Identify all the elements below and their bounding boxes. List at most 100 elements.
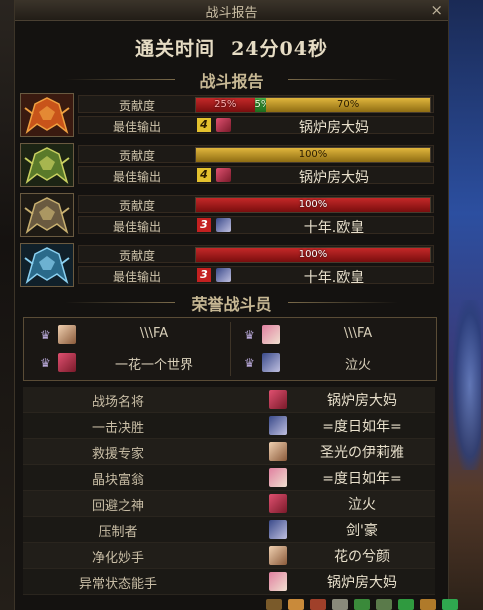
avatar — [262, 325, 280, 344]
honor-member-name: \\\FA — [343, 326, 373, 341]
avatar — [216, 268, 231, 282]
award-row: 异常状态能手 锅炉房大妈 — [23, 569, 435, 595]
gold-helmet-icon[interactable] — [20, 193, 74, 237]
skill-slot-icon[interactable] — [266, 599, 282, 610]
rank-badge-icon: 3 — [197, 218, 211, 232]
player-report-row: 贡献度 100% 最佳输出 3 十年.欧皇 — [20, 193, 436, 237]
skill-slot-icon[interactable] — [420, 599, 436, 610]
contribution-row: 贡献度 100% — [78, 145, 434, 163]
honor-divider — [230, 322, 231, 376]
contribution-percent: 5% — [254, 99, 271, 110]
honor-member-name: 泣火 — [344, 358, 371, 373]
award-title: 净化妙手 — [91, 551, 144, 566]
award-title: 战场名将 — [91, 395, 144, 410]
contribution-label: 贡献度 — [118, 249, 155, 263]
award-title: 压制者 — [98, 525, 138, 540]
rank-badge-icon: 4 — [197, 168, 211, 182]
arrow-up-icon[interactable] — [442, 599, 458, 610]
best-output-player[interactable]: 十年.欧皇 — [237, 217, 431, 237]
medal-icon: ♛ — [40, 356, 51, 370]
award-player[interactable]: 圣光の伊莉雅 — [295, 442, 429, 462]
best-output-player[interactable]: 锅炉房大妈 — [237, 167, 431, 187]
contribution-bar: 100% — [195, 197, 431, 213]
best-output-label: 最佳输出 — [112, 220, 161, 234]
contribution-label: 贡献度 — [118, 199, 155, 213]
avatar — [262, 353, 280, 372]
award-row: 压制者 剑'豪 — [23, 517, 435, 543]
avatar — [216, 118, 231, 132]
award-player[interactable]: =度日如年= — [295, 416, 429, 436]
best-output-label: 最佳输出 — [112, 170, 161, 184]
fire-helmet-icon[interactable] — [20, 93, 74, 137]
award-player[interactable]: 锅炉房大妈 — [295, 390, 429, 410]
best-output-player[interactable]: 十年.欧皇 — [237, 267, 431, 287]
avatar — [269, 468, 287, 487]
contribution-label: 贡献度 — [118, 149, 155, 163]
best-output-player[interactable]: 锅炉房大妈 — [237, 117, 431, 137]
skill-slot-icon[interactable] — [332, 599, 348, 610]
skill-slot-icon[interactable] — [310, 599, 326, 610]
avatar — [269, 494, 287, 513]
contribution-bar: 100% — [195, 247, 431, 263]
award-player[interactable]: 花の兮颜 — [295, 546, 429, 566]
honor-member[interactable]: ♛ \\\FA — [232, 322, 432, 348]
award-title: 一击决胜 — [91, 421, 144, 436]
award-player[interactable]: 泣火 — [295, 494, 429, 514]
avatar — [216, 168, 231, 182]
honor-member-name: 一花一个世界 — [114, 358, 193, 373]
contribution-percent: 25% — [214, 99, 237, 110]
contribution-percent: 100% — [298, 199, 328, 210]
avatar — [269, 442, 287, 461]
avatar — [58, 325, 76, 344]
honor-member[interactable]: ♛ \\\FA — [28, 322, 228, 348]
battle-report-window: 战斗报告 × 通关时间 24分04秒 战斗报告 贡献度 25% 5% 70% 最佳输出 4 锅… — [14, 0, 449, 610]
award-player[interactable]: 锅炉房大妈 — [295, 572, 429, 592]
close-icon[interactable]: × — [430, 1, 443, 19]
award-row: 战场名将 锅炉房大妈 — [23, 387, 435, 413]
award-player[interactable]: 剑'豪 — [295, 520, 429, 540]
avatar — [269, 572, 287, 591]
contribution-row: 贡献度 100% — [78, 245, 434, 263]
battle-report-heading: 战斗报告 — [15, 68, 448, 92]
honor-panel: ♛ \\\FA ♛ \\\FA ♛ 一花一个世界 ♛ 泣火 — [23, 317, 437, 381]
window-titlebar[interactable]: 战斗报告 × — [15, 0, 448, 21]
award-row: 净化妙手 花の兮颜 — [23, 543, 435, 569]
honor-member[interactable]: ♛ 一花一个世界 — [28, 350, 228, 376]
award-title: 回避之神 — [91, 499, 144, 514]
contribution-percent: 100% — [298, 149, 328, 160]
contribution-bar: 25% 5% 70% — [195, 97, 431, 113]
medal-icon: ♛ — [40, 328, 51, 342]
honor-member[interactable]: ♛ 泣火 — [232, 350, 432, 376]
awards-list: 战场名将 锅炉房大妈 一击决胜 =度日如年= 救援专家 圣光の伊莉雅 晶块富翁 =度日如年= 回… — [23, 387, 435, 595]
skill-slot-icon[interactable] — [376, 599, 392, 610]
contribution-percent: 100% — [298, 249, 328, 260]
contribution-row: 贡献度 100% — [78, 195, 434, 213]
award-row: 晶块富翁 =度日如年= — [23, 465, 435, 491]
award-player[interactable]: =度日如年= — [295, 468, 429, 488]
rank-badge-icon: 4 — [197, 118, 211, 132]
best-output-label: 最佳输出 — [112, 120, 161, 134]
contribution-bar: 100% — [195, 147, 431, 163]
medal-icon: ♛ — [244, 328, 255, 342]
ice-helmet-icon[interactable] — [20, 243, 74, 287]
game-background-left — [0, 0, 14, 610]
game-background-right — [447, 0, 483, 610]
clear-time-value: 24分04秒 — [231, 38, 328, 60]
award-title: 晶块富翁 — [91, 473, 144, 488]
rank-badge-icon: 3 — [197, 268, 211, 282]
player-report-row: 贡献度 100% 最佳输出 4 锅炉房大妈 — [20, 143, 436, 187]
skill-slot-icon[interactable] — [398, 599, 414, 610]
player-report-row: 贡献度 100% 最佳输出 3 十年.欧皇 — [20, 243, 436, 287]
skill-slot-icon[interactable] — [288, 599, 304, 610]
clear-time-label: 通关时间 — [135, 38, 216, 60]
avatar — [269, 416, 287, 435]
contribution-label: 贡献度 — [118, 99, 155, 113]
honor-member-name: \\\FA — [139, 326, 169, 341]
contribution-percent: 70% — [336, 99, 360, 110]
bottom-skill-bar — [258, 598, 483, 610]
window-title: 战斗报告 — [205, 6, 258, 21]
best-output-row: 最佳输出 4 锅炉房大妈 — [78, 166, 434, 187]
skill-slot-icon[interactable] — [354, 599, 370, 610]
green-helmet-icon[interactable] — [20, 143, 74, 187]
award-title: 异常状态能手 — [78, 577, 157, 592]
